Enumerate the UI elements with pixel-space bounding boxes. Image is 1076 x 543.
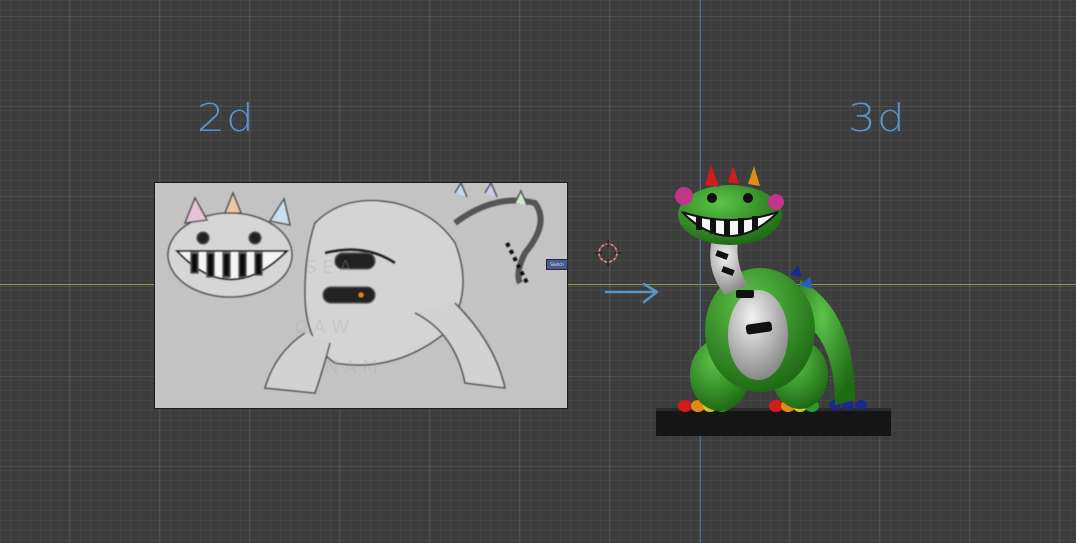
reference-image-tag: Sketch xyxy=(546,259,568,270)
annotation-2d-label: 2d xyxy=(197,96,255,140)
sketch-drawing: S E A C A W N A M xyxy=(155,183,567,408)
annotation-3d-label: 3d xyxy=(848,96,906,140)
reference-image-empty[interactable]: S E A C A W N A M xyxy=(154,182,568,409)
3d-dragon-model[interactable] xyxy=(650,160,900,445)
svg-text:C A W: C A W xyxy=(295,317,349,338)
svg-text:N A M: N A M xyxy=(325,357,378,378)
svg-text:S E A: S E A xyxy=(305,257,352,278)
3d-cursor-icon[interactable] xyxy=(595,240,621,266)
